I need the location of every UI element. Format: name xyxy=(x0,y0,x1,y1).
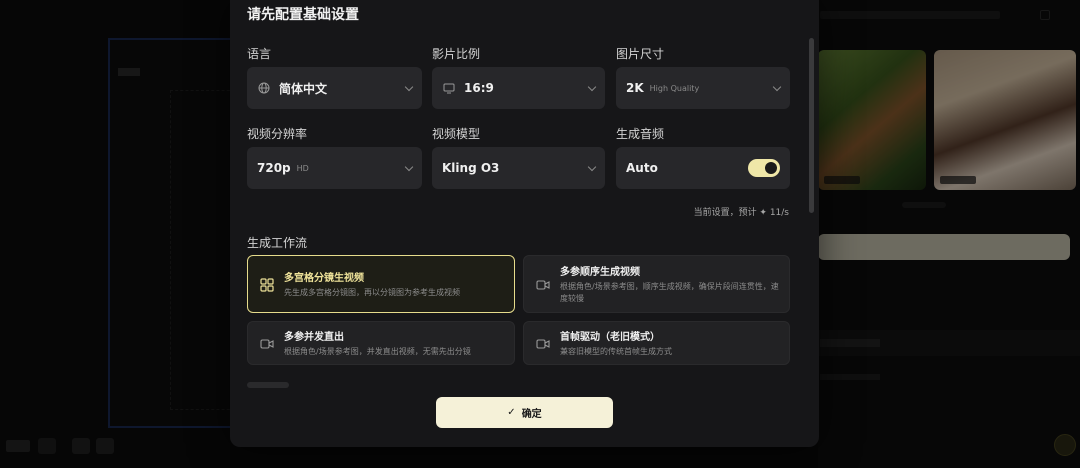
chevron-down-icon xyxy=(772,82,782,92)
workflow-option-title: 首帧驱动（老旧模式） xyxy=(560,332,660,343)
aspect-ratio-value: 16:9 xyxy=(464,81,494,95)
settings-modal: 请先配置基础设置 语言 简体中文 影片比例 16:9 图片尺寸 2K High … xyxy=(230,0,819,447)
audio-toggle[interactable] xyxy=(748,159,780,177)
video-model-label: 视频模型 xyxy=(432,127,481,141)
workflow-option-desc: 先生成多宫格分镜图，再以分镜图为参考生成视频 xyxy=(284,288,460,297)
audio-field: Auto xyxy=(616,147,790,189)
language-label: 语言 xyxy=(247,47,272,61)
workflow-option-title: 多宫格分镜生视频 xyxy=(284,273,364,284)
audio-label: 生成音频 xyxy=(616,127,665,141)
workflow-option-concurrent[interactable]: 多参并发直出 根据角色/场景参考图，并发直出视频，无需先出分镜 xyxy=(247,321,515,365)
workflow-option-first-frame[interactable]: 首帧驱动（老旧模式） 兼容旧模型的传统首帧生成方式 xyxy=(523,321,790,365)
grid-icon xyxy=(260,278,274,292)
globe-icon xyxy=(257,81,271,95)
image-size-label: 图片尺寸 xyxy=(616,47,665,61)
cost-estimate: 当前设置，预计 ✦ 11/s xyxy=(693,208,789,218)
language-value: 简体中文 xyxy=(279,81,328,96)
workflow-label: 生成工作流 xyxy=(247,236,308,250)
chevron-down-icon xyxy=(587,82,597,92)
toggle-knob xyxy=(765,162,777,174)
check-icon: ✓ xyxy=(507,407,516,418)
workflow-option-sequential[interactable]: 多参顺序生成视频 根据角色/场景参考图，顺序生成视频，确保片段间连贯性，速度较慢 xyxy=(523,255,790,313)
workflow-option-multigrid[interactable]: 多宫格分镜生视频 先生成多宫格分镜图，再以分镜图为参考生成视频 xyxy=(247,255,515,313)
workflow-option-title: 多参并发直出 xyxy=(284,332,344,343)
confirm-button[interactable]: ✓ 确定 xyxy=(436,397,613,428)
workflow-option-desc: 根据角色/场景参考图，并发直出视频，无需先出分镜 xyxy=(284,347,471,356)
chevron-down-icon xyxy=(404,82,414,92)
video-model-select[interactable]: Kling O3 xyxy=(432,147,605,189)
video-resolution-label: 视频分辨率 xyxy=(247,127,308,141)
aspect-ratio-label: 影片比例 xyxy=(432,47,481,61)
language-select[interactable]: 简体中文 xyxy=(247,67,422,109)
modal-title: 请先配置基础设置 xyxy=(247,7,359,23)
video-icon xyxy=(536,280,550,290)
confirm-label: 确定 xyxy=(521,409,542,420)
workflow-option-desc: 兼容旧模型的传统首帧生成方式 xyxy=(560,347,672,356)
chevron-down-icon xyxy=(404,162,414,172)
video-model-value: Kling O3 xyxy=(442,161,500,175)
video-resolution-select[interactable]: 720p HD xyxy=(247,147,422,189)
audio-value: Auto xyxy=(626,161,658,175)
aspect-ratio-select[interactable]: 16:9 xyxy=(432,67,605,109)
workflow-option-title: 多参顺序生成视频 xyxy=(560,267,640,278)
video-resolution-quality: HD xyxy=(296,163,309,173)
modal-scrollbar[interactable] xyxy=(809,38,814,213)
image-size-select[interactable]: 2K High Quality xyxy=(616,67,790,109)
video-resolution-value: 720p xyxy=(257,161,291,175)
scroll-fade-hint xyxy=(247,382,289,388)
image-size-value: 2K xyxy=(626,81,644,95)
image-size-quality: High Quality xyxy=(649,83,700,93)
video-icon xyxy=(260,339,274,349)
video-icon xyxy=(536,339,550,349)
monitor-icon xyxy=(442,81,456,95)
chevron-down-icon xyxy=(587,162,597,172)
workflow-option-desc: 根据角色/场景参考图，顺序生成视频，确保片段间连贯性，速度较慢 xyxy=(560,282,779,303)
